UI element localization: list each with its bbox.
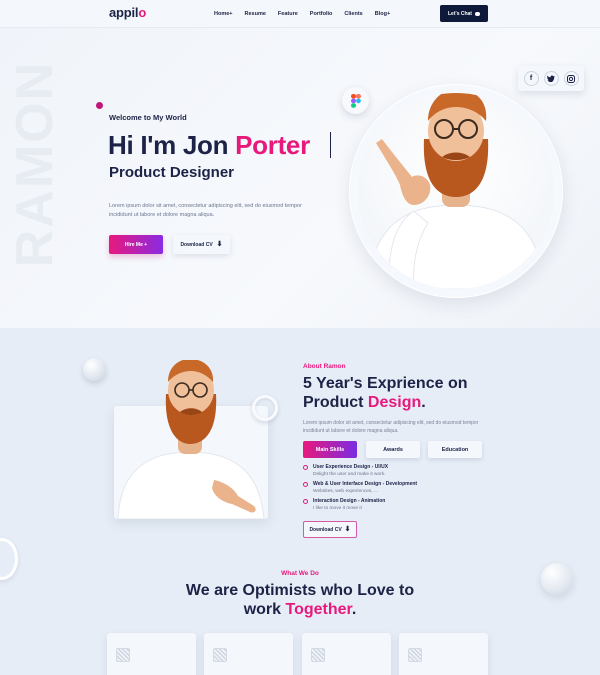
lets-chat-label: Let's Chat — [448, 10, 472, 17]
tab-awards[interactable]: Awards — [366, 441, 420, 458]
figma-icon — [342, 87, 369, 114]
typing-cursor — [330, 132, 331, 158]
menu-item-blog[interactable]: Blog+ — [375, 11, 390, 17]
service-icon — [116, 648, 130, 662]
about-download-cv-button[interactable]: Download CV ⬇ — [303, 521, 357, 538]
about-description: Lorem ipsum dolor sit amet, consectetur … — [303, 420, 479, 434]
chat-bubble-icon — [474, 11, 480, 16]
hero-role: Product Designer — [109, 164, 235, 181]
menu-item-home[interactable]: Home+ — [214, 11, 233, 17]
menu-item-feature[interactable]: Feature — [278, 11, 298, 17]
twitter-icon[interactable] — [543, 71, 559, 86]
skill-title: Web & User Interface Design - Developmen… — [313, 481, 418, 487]
skill-title: Interaction Design - Animation — [313, 498, 386, 504]
tab-education[interactable]: Education — [428, 441, 482, 458]
hero-portrait — [358, 93, 554, 289]
download-cv-button[interactable]: Download CV ⬇ — [173, 235, 230, 254]
service-icon — [408, 648, 422, 662]
bullet-icon — [303, 482, 308, 487]
bullet-icon — [303, 499, 308, 504]
skill-desc: Delight the user and make it work. — [313, 472, 386, 477]
services-kicker: What We Do — [281, 570, 319, 577]
download-icon: ⬇ — [344, 526, 351, 533]
service-icon — [213, 648, 227, 662]
about-portrait — [114, 360, 268, 519]
social-links: f — [518, 66, 584, 91]
service-card[interactable] — [204, 633, 293, 675]
hero-background-word: RAMON — [6, 60, 64, 268]
hero-description: Lorem ipsum dolor sit amet, consectetur … — [109, 203, 302, 218]
main-menu: Home+ Resume Feature Portfolio Clients B… — [214, 11, 402, 17]
instagram-icon[interactable] — [563, 71, 579, 86]
download-cv-label: Download CV — [309, 526, 342, 533]
decorative-dot — [96, 102, 103, 109]
service-card[interactable] — [107, 633, 196, 675]
hero-name: Porter — [235, 130, 310, 160]
facebook-icon[interactable]: f — [523, 71, 539, 86]
service-card[interactable] — [399, 633, 488, 675]
skill-title: User Experience Design - UI/UX — [313, 464, 389, 470]
menu-item-portfolio[interactable]: Portfolio — [310, 11, 333, 17]
service-card[interactable] — [302, 633, 391, 675]
menu-item-clients[interactable]: Clients — [344, 11, 362, 17]
about-kicker: About Ramon — [303, 363, 346, 370]
tab-main-skills[interactable]: Main Skills — [303, 441, 357, 458]
download-cv-label: Download CV — [180, 241, 213, 248]
skill-desc: Websites, web experiences, ... — [313, 489, 378, 494]
decorative-sphere — [83, 358, 106, 381]
lets-chat-button[interactable]: Let's Chat — [440, 5, 488, 22]
hire-me-button[interactable]: Hire Me + — [109, 235, 163, 254]
top-navbar: appilo Home+ Resume Feature Portfolio Cl… — [0, 0, 600, 28]
about-headline-line2: Product Design. — [303, 394, 426, 411]
about-headline-line1: 5 Year's Exprience on — [303, 375, 468, 392]
hero-heading: Hi I'm Jon Porter — [108, 130, 310, 160]
services-headline-line1: We are Optimists who Love to — [185, 582, 415, 599]
skill-desc: I like to move it move it — [313, 506, 362, 511]
site-logo[interactable]: appilo — [109, 5, 146, 20]
service-icon — [311, 648, 325, 662]
menu-item-resume[interactable]: Resume — [245, 11, 266, 17]
bullet-icon — [303, 465, 308, 470]
decorative-ring — [252, 395, 278, 421]
services-headline-line2: work Together. — [243, 601, 357, 618]
download-icon: ⬇ — [216, 241, 223, 248]
hero-welcome: Welcome to My World — [109, 113, 187, 122]
